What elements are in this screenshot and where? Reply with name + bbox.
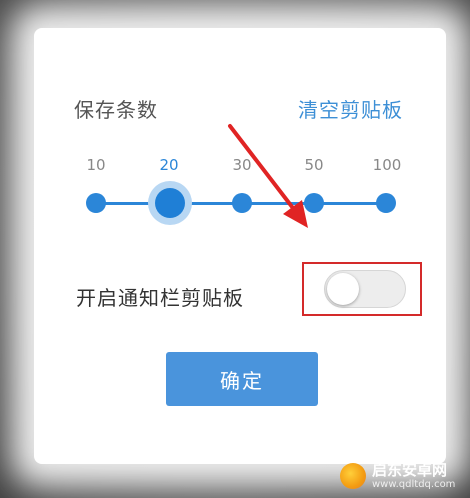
watermark-url: www.qdltdq.com [372,478,456,490]
watermark: 启东安卓网 www.qdltdq.com [340,462,455,490]
watermark-logo-icon [340,462,366,489]
annotation-arrow-icon [228,124,308,228]
watermark-title: 启东安卓网 [372,461,448,479]
